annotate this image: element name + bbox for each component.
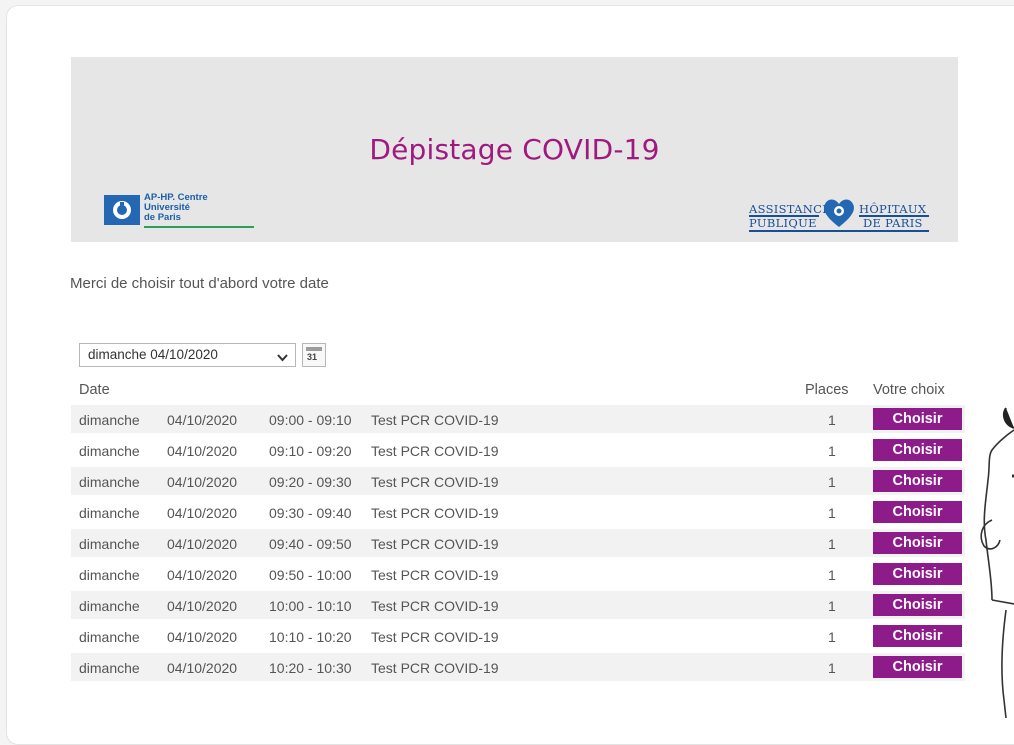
aphp-logo: ASSISTANCE PUBLIQUE HÔPITAUX DE PARIS: [749, 199, 934, 233]
person-illustration-icon: [968, 400, 1014, 723]
table-row: dimanche 04/10/2020 09:20 - 09:30 Test P…: [71, 467, 965, 495]
chevron-down-icon: [277, 350, 288, 366]
table-row: dimanche 04/10/2020 09:40 - 09:50 Test P…: [71, 529, 965, 557]
shield-icon: [104, 195, 140, 225]
column-header-choice: Votre choix: [873, 382, 945, 398]
choose-button[interactable]: Choisir: [873, 625, 962, 647]
table-row: dimanche 04/10/2020 09:50 - 10:00 Test P…: [71, 560, 965, 588]
table-row: dimanche 04/10/2020 09:00 - 09:10 Test P…: [71, 405, 965, 433]
page-title: Dépistage COVID-19: [369, 133, 660, 166]
column-header-places: Places: [805, 382, 849, 398]
date-select[interactable]: dimanche 04/10/2020: [79, 343, 296, 367]
column-header-date: Date: [79, 382, 110, 398]
logo-underline: [144, 226, 254, 228]
choose-button[interactable]: Choisir: [873, 532, 962, 554]
choose-button[interactable]: Choisir: [873, 563, 962, 585]
header-banner: Dépistage COVID-19 AP-HP. Centre Univers…: [71, 57, 958, 242]
table-row: dimanche 04/10/2020 09:30 - 09:40 Test P…: [71, 498, 965, 526]
choose-button[interactable]: Choisir: [873, 439, 962, 461]
intro-text: Merci de choisir tout d'abord votre date: [70, 275, 329, 292]
table-row: dimanche 04/10/2020 10:10 - 10:20 Test P…: [71, 622, 965, 650]
logo-left-text: AP-HP. Centre Université de Paris: [144, 192, 208, 223]
choose-button[interactable]: Choisir: [873, 408, 962, 430]
table-row: dimanche 04/10/2020 09:10 - 09:20 Test P…: [71, 436, 965, 464]
table-row: dimanche 04/10/2020 10:20 - 10:30 Test P…: [71, 653, 965, 681]
choose-button[interactable]: Choisir: [873, 501, 962, 523]
choose-button[interactable]: Choisir: [873, 594, 962, 616]
aphp-centre-logo: AP-HP. Centre Université de Paris: [104, 193, 264, 231]
choose-button[interactable]: Choisir: [873, 470, 962, 492]
heart-icon: [822, 197, 856, 234]
calendar-icon[interactable]: 31: [302, 343, 326, 367]
choose-button[interactable]: Choisir: [873, 656, 962, 678]
date-select-value: dimanche 04/10/2020: [88, 347, 218, 362]
table-row: dimanche 04/10/2020 10:00 - 10:10 Test P…: [71, 591, 965, 619]
